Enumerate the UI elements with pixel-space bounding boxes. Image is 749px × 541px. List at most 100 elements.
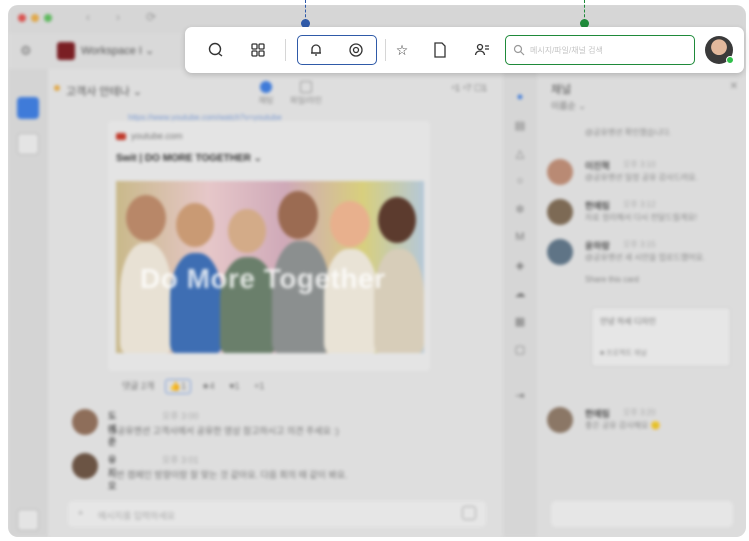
forward-icon[interactable]: › bbox=[116, 10, 120, 24]
channel-pane: 고객사 안테나 ⌄ 채팅 파일/라인 ⁴1 ⁴7 ☐1 https://www.… bbox=[48, 69, 503, 537]
list-icon[interactable]: ▤ bbox=[513, 119, 527, 133]
gear-icon[interactable]: ⚙ bbox=[20, 43, 32, 59]
right-icon-strip: ● ▤ △ ○ ✲ M ◈ ☁ ▦ ▢ ⇥ bbox=[503, 69, 537, 537]
toolbar-divider bbox=[285, 39, 286, 61]
shared-card-title: 안녕 하세 디자인 bbox=[600, 317, 656, 326]
person-shape bbox=[272, 241, 330, 353]
thread-text: @공유멘션 일정 공유 감사드려요. bbox=[585, 173, 698, 182]
search-input[interactable]: 메시지/파일/채널 검색 bbox=[505, 35, 695, 65]
avatar[interactable] bbox=[72, 409, 98, 435]
tab-files-label: 파일/라인 bbox=[290, 96, 322, 105]
top-toolbar: ☆ 메시지/파일/채널 검색 bbox=[185, 27, 744, 73]
team-icon[interactable] bbox=[469, 37, 495, 63]
chat-bubble-icon bbox=[260, 81, 272, 93]
person-head bbox=[126, 195, 166, 241]
doc-icon[interactable]: ▦ bbox=[513, 315, 527, 329]
youtube-icon bbox=[116, 133, 126, 141]
comment-time: 오후 3:01 bbox=[162, 455, 199, 465]
star-icon[interactable]: ☆ bbox=[389, 37, 415, 63]
thread-author[interactable]: 한예림 bbox=[585, 199, 610, 212]
plus-icon[interactable]: + bbox=[78, 508, 83, 518]
thread-author[interactable]: 이진혁 bbox=[585, 159, 610, 172]
reaction-chip[interactable]: +1 bbox=[250, 380, 268, 392]
search-placeholder: 메시지/파일/채널 검색 bbox=[530, 46, 603, 55]
reaction-bar: 댓글 2개 👍1 ★4 ♥1 +1 bbox=[118, 378, 272, 394]
person-head bbox=[228, 209, 266, 253]
comment-text: @공유멘션 고객사에서 공유한 영상 참고하시고 의견 주세요 :) bbox=[108, 426, 339, 436]
gear-icon[interactable]: ✲ bbox=[513, 203, 527, 217]
cloud-icon[interactable]: ☁ bbox=[513, 287, 527, 301]
collapse-icon[interactable]: ⇥ bbox=[513, 389, 527, 403]
link-preview-card[interactable]: youtube.com Swit | DO MORE TOGETHER ⌄ Do bbox=[108, 121, 430, 371]
thread-author[interactable]: 윤하람 bbox=[585, 239, 610, 252]
apps-icon[interactable]: ◈ bbox=[513, 259, 527, 273]
left-rail bbox=[8, 69, 48, 537]
avatar[interactable] bbox=[547, 239, 573, 265]
chat-icon[interactable]: ● bbox=[513, 91, 527, 105]
thread-author[interactable]: 한예림 bbox=[585, 407, 610, 420]
channel-title[interactable]: 고객사 안테나 ⌄ bbox=[66, 83, 142, 99]
reaction-chip[interactable]: 👍1 bbox=[164, 379, 192, 394]
rail-chat-button[interactable] bbox=[17, 97, 39, 119]
toolbar-divider bbox=[385, 39, 386, 61]
thread-sort[interactable]: 이름순 ⌄ bbox=[551, 99, 586, 112]
thread-time: 오후 3:15 bbox=[623, 240, 656, 249]
gmail-icon[interactable]: M bbox=[513, 231, 527, 245]
avatar[interactable] bbox=[547, 199, 573, 225]
dimmed-background: ‹ › ⟳ ⚙ Workspace I ⌄ 고객사 안테나 ⌄ 채팅 파일/라인… bbox=[8, 5, 746, 537]
thread-composer[interactable] bbox=[551, 501, 733, 527]
refresh-icon[interactable]: ⟳ bbox=[146, 10, 156, 24]
link-title[interactable]: Swit | DO MORE TOGETHER ⌄ bbox=[116, 153, 262, 164]
workspace-name[interactable]: Workspace I ⌄ bbox=[81, 44, 154, 57]
file-icon[interactable] bbox=[427, 37, 453, 63]
rail-project-button[interactable] bbox=[17, 133, 39, 155]
circle-icon[interactable]: ○ bbox=[513, 175, 527, 189]
rail-settings-button[interactable] bbox=[17, 509, 39, 531]
tab-files[interactable]: 파일/라인 bbox=[286, 81, 326, 106]
back-icon[interactable]: ‹ bbox=[86, 10, 90, 24]
avatar[interactable] bbox=[547, 407, 573, 433]
reply-count[interactable]: 댓글 2개 bbox=[118, 378, 158, 393]
thread-text: 좋은 공유 감사해요 🙂 bbox=[585, 421, 661, 430]
maximize-window-button[interactable] bbox=[44, 14, 52, 22]
shared-card-meta: ■ 프로젝트 채널 bbox=[600, 350, 647, 357]
person-head bbox=[278, 191, 318, 239]
video-thumbnail[interactable]: Do More Together bbox=[116, 181, 424, 353]
thread-time: 오후 3:20 bbox=[623, 408, 656, 417]
close-window-button[interactable] bbox=[18, 14, 26, 22]
drive-icon[interactable]: △ bbox=[513, 147, 527, 161]
tab-chat[interactable]: 채팅 bbox=[246, 81, 286, 106]
bell-icon[interactable] bbox=[303, 37, 329, 63]
thread-text: @공유멘션 새 시안을 업로드했어요. bbox=[585, 253, 706, 262]
message-composer[interactable]: + 메시지를 입력하세요 bbox=[68, 501, 486, 527]
send-icon[interactable] bbox=[462, 506, 476, 520]
reaction-chip[interactable]: ♥1 bbox=[225, 380, 243, 392]
chat-icon[interactable] bbox=[203, 37, 229, 63]
mention-icon[interactable] bbox=[343, 37, 369, 63]
thread-title: 채널 bbox=[551, 84, 572, 96]
person-head bbox=[176, 203, 214, 247]
person-shape bbox=[120, 243, 172, 353]
apps-icon[interactable] bbox=[245, 37, 271, 63]
channel-counts[interactable]: ⁴1 ⁴7 ☐1 bbox=[451, 83, 487, 94]
thumbnail-caption: Do More Together bbox=[140, 263, 386, 294]
avatar[interactable] bbox=[547, 159, 573, 185]
person-head bbox=[378, 197, 416, 243]
thread-time: 오후 3:10 bbox=[623, 160, 656, 169]
minimize-window-button[interactable] bbox=[31, 14, 39, 22]
composer-placeholder: 메시지를 입력하세요 bbox=[98, 511, 176, 521]
file-tab-icon bbox=[300, 81, 312, 93]
reaction-chip[interactable]: ★4 bbox=[198, 380, 219, 393]
thread-text: Share this card bbox=[585, 275, 639, 284]
app-window: ‹ › ⟳ ⚙ Workspace I ⌄ 고객사 안테나 ⌄ 채팅 파일/라인… bbox=[8, 5, 746, 537]
search-icon bbox=[513, 43, 525, 61]
link-source: youtube.com bbox=[116, 131, 183, 141]
avatar[interactable] bbox=[72, 453, 98, 479]
workspace-logo[interactable] bbox=[57, 42, 75, 60]
person-head bbox=[330, 201, 370, 247]
calendar-icon[interactable]: ▢ bbox=[513, 343, 527, 357]
comment-text: 이번 캠페인 방향이랑 잘 맞는 것 같아요. 다음 회의 때 같이 봐요. bbox=[108, 470, 348, 480]
close-icon[interactable]: ✕ bbox=[730, 81, 738, 92]
online-status-icon bbox=[726, 56, 734, 64]
shared-card[interactable]: 안녕 하세 디자인 ■ 프로젝트 채널 bbox=[591, 307, 731, 367]
